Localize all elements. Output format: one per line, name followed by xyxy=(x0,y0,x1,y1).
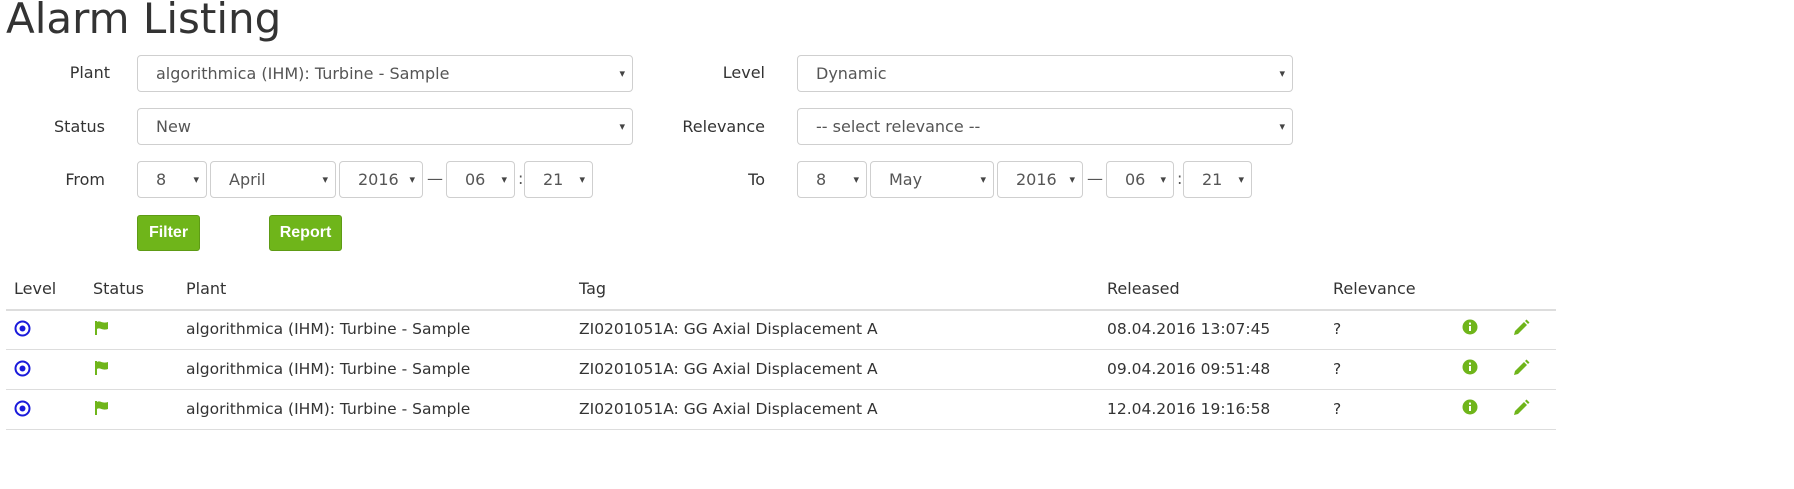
info-icon[interactable] xyxy=(1462,359,1478,379)
row-released: 09.04.2016 09:51:48 xyxy=(1107,360,1271,378)
to-day-select[interactable]: 8 ▾ xyxy=(797,161,867,198)
relevance-select[interactable]: -- select relevance -- ▾ xyxy=(797,108,1293,145)
pencil-icon[interactable] xyxy=(1512,399,1530,421)
to-hour-select[interactable]: 06 ▾ xyxy=(1106,161,1174,198)
column-header-level[interactable]: Level xyxy=(14,279,56,298)
column-header-status[interactable]: Status xyxy=(93,279,144,298)
to-hour-value: 06 xyxy=(1125,170,1146,189)
status-select[interactable]: New ▾ xyxy=(137,108,633,145)
report-button[interactable]: Report xyxy=(269,215,342,251)
row-tag: ZI0201051A: GG Axial Displacement A xyxy=(579,320,878,338)
chevron-down-icon: ▾ xyxy=(1160,173,1166,186)
row-divider xyxy=(6,349,1556,350)
row-plant: algorithmica (IHM): Turbine - Sample xyxy=(186,320,471,338)
to-minute-value: 21 xyxy=(1202,170,1223,189)
chevron-down-icon: ▾ xyxy=(193,173,199,186)
row-released: 08.04.2016 13:07:45 xyxy=(1107,320,1271,338)
target-icon xyxy=(14,400,31,421)
column-header-tag[interactable]: Tag xyxy=(579,279,606,298)
from-year-select[interactable]: 2016 ▾ xyxy=(339,161,423,198)
info-icon[interactable] xyxy=(1462,399,1478,419)
pencil-icon[interactable] xyxy=(1512,359,1530,381)
chevron-down-icon: ▾ xyxy=(1279,67,1285,80)
row-divider xyxy=(6,389,1556,390)
from-label: From xyxy=(65,170,105,189)
row-divider xyxy=(6,429,1556,430)
chevron-down-icon: ▾ xyxy=(619,67,625,80)
column-header-plant[interactable]: Plant xyxy=(186,279,226,298)
to-month-select[interactable]: May ▾ xyxy=(870,161,994,198)
to-month-value: May xyxy=(889,170,923,189)
to-year-value: 2016 xyxy=(1016,170,1057,189)
plant-select-value: algorithmica (IHM): Turbine - Sample xyxy=(156,64,450,83)
from-hour-value: 06 xyxy=(465,170,486,189)
target-icon xyxy=(14,320,31,341)
status-select-value: New xyxy=(156,117,191,136)
chevron-down-icon: ▾ xyxy=(619,120,625,133)
chevron-down-icon: ▾ xyxy=(1238,173,1244,186)
plant-select[interactable]: algorithmica (IHM): Turbine - Sample ▾ xyxy=(137,55,633,92)
relevance-label: Relevance xyxy=(682,117,765,136)
table-header-divider xyxy=(6,309,1556,311)
column-header-relevance[interactable]: Relevance xyxy=(1333,279,1416,298)
from-minute-select[interactable]: 21 ▾ xyxy=(524,161,593,198)
chevron-down-icon: ▾ xyxy=(409,173,415,186)
row-plant: algorithmica (IHM): Turbine - Sample xyxy=(186,400,471,418)
to-minute-select[interactable]: 21 ▾ xyxy=(1183,161,1252,198)
time-separator: : xyxy=(518,169,524,188)
chevron-down-icon: ▾ xyxy=(579,173,585,186)
pencil-icon[interactable] xyxy=(1512,319,1530,341)
level-label: Level xyxy=(722,63,765,82)
filter-button[interactable]: Filter xyxy=(137,215,200,251)
column-header-released[interactable]: Released xyxy=(1107,279,1180,298)
target-icon xyxy=(14,360,31,381)
level-select[interactable]: Dynamic ▾ xyxy=(797,55,1293,92)
chevron-down-icon: ▾ xyxy=(322,173,328,186)
row-relevance: ? xyxy=(1333,320,1342,338)
row-tag: ZI0201051A: GG Axial Displacement A xyxy=(579,400,878,418)
chevron-down-icon: ▾ xyxy=(501,173,507,186)
flag-icon xyxy=(94,360,110,380)
status-label: Status xyxy=(54,117,105,136)
from-day-value: 8 xyxy=(156,170,167,189)
relevance-select-value: -- select relevance -- xyxy=(816,117,981,136)
page-title: Alarm Listing xyxy=(6,0,282,43)
from-hour-select[interactable]: 06 ▾ xyxy=(446,161,515,198)
date-time-separator: — xyxy=(427,169,443,188)
level-select-value: Dynamic xyxy=(816,64,887,83)
time-separator: : xyxy=(1177,169,1183,188)
from-year-value: 2016 xyxy=(358,170,399,189)
date-time-separator: — xyxy=(1087,169,1103,188)
flag-icon xyxy=(94,320,110,340)
chevron-down-icon: ▾ xyxy=(853,173,859,186)
row-released: 12.04.2016 19:16:58 xyxy=(1107,400,1271,418)
flag-icon xyxy=(94,400,110,420)
from-minute-value: 21 xyxy=(543,170,564,189)
to-year-select[interactable]: 2016 ▾ xyxy=(997,161,1083,198)
from-month-select[interactable]: April ▾ xyxy=(210,161,336,198)
to-day-value: 8 xyxy=(816,170,827,189)
row-relevance: ? xyxy=(1333,400,1342,418)
to-label: To xyxy=(748,170,765,189)
from-month-value: April xyxy=(229,170,266,189)
chevron-down-icon: ▾ xyxy=(980,173,986,186)
row-tag: ZI0201051A: GG Axial Displacement A xyxy=(579,360,878,378)
from-day-select[interactable]: 8 ▾ xyxy=(137,161,207,198)
row-plant: algorithmica (IHM): Turbine - Sample xyxy=(186,360,471,378)
info-icon[interactable] xyxy=(1462,319,1478,339)
row-relevance: ? xyxy=(1333,360,1342,378)
plant-label: Plant xyxy=(69,63,110,82)
chevron-down-icon: ▾ xyxy=(1279,120,1285,133)
chevron-down-icon: ▾ xyxy=(1069,173,1075,186)
